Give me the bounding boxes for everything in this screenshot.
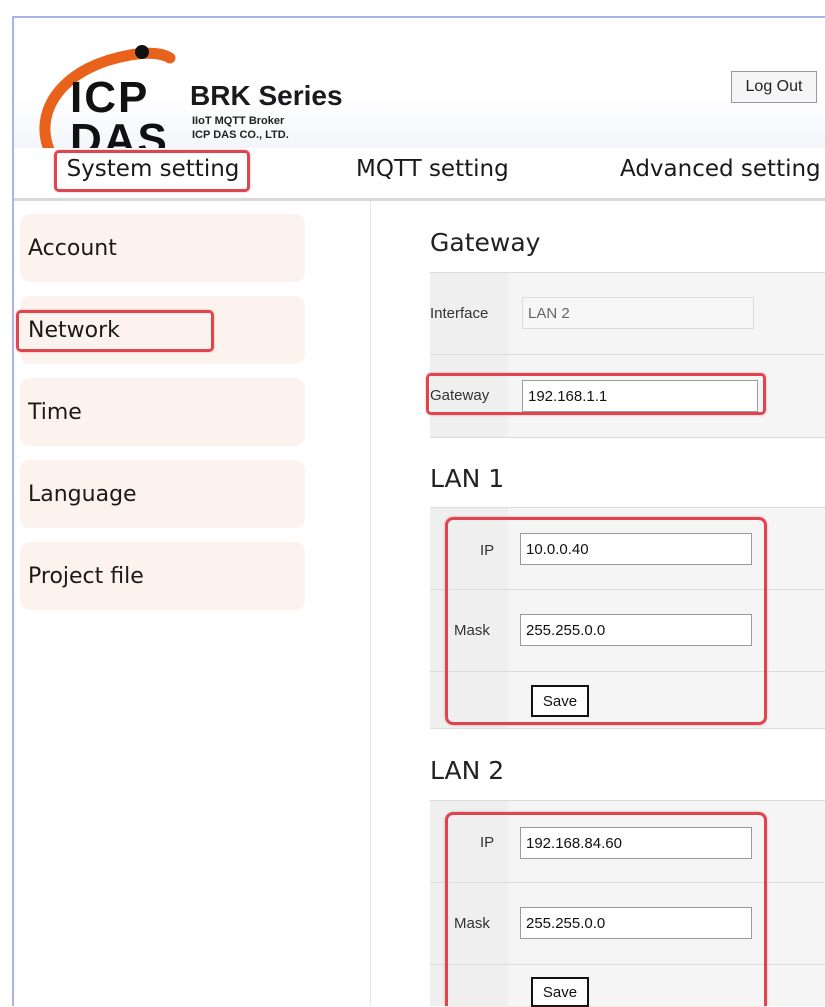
header: ICP DAS BRK Series IIoT MQTT Broker ICP … xyxy=(14,18,825,162)
lan1-mask-input[interactable]: 255.255.0.0 xyxy=(520,614,752,646)
gateway-label: Gateway xyxy=(430,387,490,404)
lan2-ip-input[interactable]: 192.168.84.60 xyxy=(520,827,752,859)
lan2-save-row: Save xyxy=(430,964,825,1007)
icp-das-logo: ICP DAS xyxy=(32,36,182,162)
gateway-section-title: Gateway xyxy=(430,228,541,257)
sidebar-item-network[interactable]: Network xyxy=(20,296,305,364)
tab-mqtt-setting[interactable]: MQTT setting xyxy=(356,148,509,190)
gateway-interface-row: Interface LAN 2 xyxy=(430,272,825,354)
lan2-mask-label: Mask xyxy=(454,915,490,932)
label-cell xyxy=(430,965,508,1006)
lan1-ip-label: IP xyxy=(480,542,495,559)
lan2-ip-label: IP xyxy=(480,834,495,851)
lan1-mask-label: Mask xyxy=(454,622,490,639)
label-cell xyxy=(430,672,508,728)
logo-text-icp: ICP xyxy=(70,73,150,122)
tab-system-setting[interactable]: System setting xyxy=(56,148,250,190)
sidebar-item-time[interactable]: Time xyxy=(20,378,305,446)
logout-button[interactable]: Log Out xyxy=(731,71,817,103)
lan1-save-row: Save xyxy=(430,671,825,729)
lan2-mask-row: Mask 255.255.0.0 xyxy=(430,882,825,964)
company-name: ICP DAS CO., LTD. xyxy=(192,129,289,141)
sidebar-item-language[interactable]: Language xyxy=(20,460,305,528)
gateway-address-row: Gateway 192.168.1.1 xyxy=(430,354,825,438)
lan2-mask-input[interactable]: 255.255.0.0 xyxy=(520,907,752,939)
label-cell xyxy=(430,508,508,589)
sidebar-item-account[interactable]: Account xyxy=(20,214,305,282)
brand-title: BRK Series xyxy=(190,80,343,111)
lan1-mask-row: Mask 255.255.0.0 xyxy=(430,589,825,671)
lan1-section-title: LAN 1 xyxy=(430,464,505,493)
interface-select[interactable]: LAN 2 xyxy=(522,297,754,329)
brand-subtitle: IIoT MQTT Broker xyxy=(192,115,285,127)
main-nav: System setting MQTT setting Advanced set… xyxy=(14,148,825,201)
interface-label: Interface xyxy=(430,305,489,322)
lan1-save-button[interactable]: Save xyxy=(531,685,589,717)
top-sliver xyxy=(0,0,825,16)
lan1-ip-input[interactable]: 10.0.0.40 xyxy=(520,533,752,565)
label-cell xyxy=(430,801,508,882)
lan2-save-button[interactable]: Save xyxy=(531,977,589,1007)
lan2-ip-row: IP 192.168.84.60 xyxy=(430,800,825,882)
lan2-section-title: LAN 2 xyxy=(430,756,505,785)
gateway-input[interactable]: 192.168.1.1 xyxy=(522,380,758,412)
lan1-ip-row: IP 10.0.0.40 xyxy=(430,507,825,589)
sidebar-item-project-file[interactable]: Project file xyxy=(20,542,305,610)
tab-advanced-setting[interactable]: Advanced setting xyxy=(620,148,821,190)
sidebar-divider xyxy=(370,201,371,1006)
